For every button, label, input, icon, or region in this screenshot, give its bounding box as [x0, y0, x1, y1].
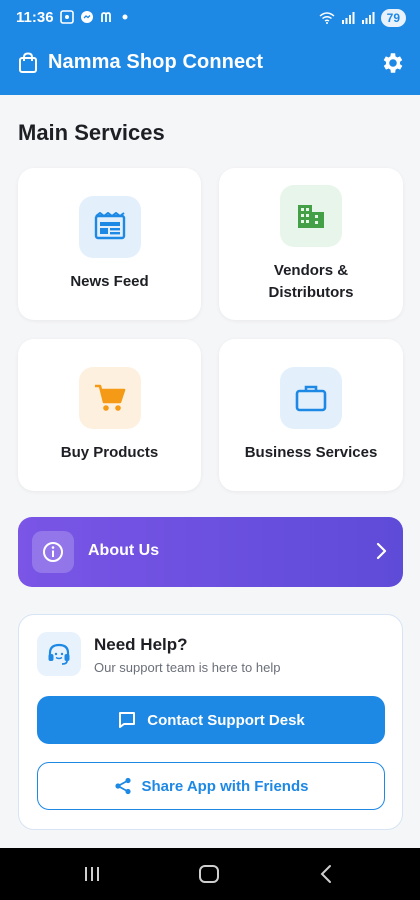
buy-icon-box	[79, 367, 141, 429]
chevron-right-icon	[376, 542, 387, 560]
share-app-label: Share App with Friends	[141, 777, 309, 795]
buy-products-label: Buy Products	[60, 444, 159, 461]
help-title: Need Help?	[94, 635, 188, 654]
chat-icon	[119, 712, 136, 728]
service-card-business-services[interactable]: Business Services	[219, 339, 403, 491]
top-bar: 11:36 79 Namma Shop Connect	[0, 0, 420, 95]
briefcase-icon	[295, 385, 327, 412]
headset-icon	[48, 643, 70, 665]
home-icon[interactable]	[198, 864, 220, 884]
about-icon-box	[32, 531, 74, 573]
contact-support-label: Contact Support Desk	[147, 711, 305, 729]
vendors-label-line1: Vendors &	[273, 262, 349, 279]
status-left-icons	[60, 10, 128, 24]
screenshot-icon	[60, 10, 74, 24]
service-card-buy-products[interactable]: Buy Products	[18, 339, 201, 491]
gear-icon[interactable]	[380, 50, 406, 76]
vendors-icon-box	[280, 185, 342, 247]
recent-apps-icon[interactable]	[82, 864, 102, 884]
info-icon	[43, 542, 63, 562]
wifi-icon	[319, 12, 335, 24]
building-icon	[298, 205, 324, 228]
about-us-label: About Us	[88, 542, 160, 559]
news-icon-box	[79, 196, 141, 258]
system-nav-bar	[0, 848, 420, 900]
section-title: Main Services	[18, 120, 165, 145]
share-app-button[interactable]: Share App with Friends	[37, 762, 385, 810]
messenger-icon	[81, 11, 93, 23]
signal-icon	[341, 12, 355, 24]
help-icon-box	[37, 632, 81, 676]
service-card-news-feed[interactable]: News Feed	[18, 168, 201, 320]
business-icon-box	[280, 367, 342, 429]
app-title: Namma Shop Connect	[48, 51, 264, 73]
service-card-vendors[interactable]: Vendors & Distributors	[219, 168, 403, 320]
help-card: Need Help? Our support team is here to h…	[18, 614, 403, 830]
shopping-bag-icon	[19, 52, 37, 73]
app-bar: Namma Shop Connect	[0, 36, 420, 95]
status-right-icons: 79	[319, 9, 406, 27]
back-icon[interactable]	[318, 864, 334, 884]
newspaper-icon	[94, 212, 126, 240]
dot-icon	[122, 14, 128, 20]
signal-icon-2	[361, 12, 375, 24]
vendors-label-line2: Distributors	[268, 284, 354, 301]
cart-icon	[95, 384, 126, 411]
battery-badge: 79	[380, 9, 406, 27]
news-feed-label: News Feed	[70, 273, 149, 290]
share-icon	[114, 777, 131, 795]
status-bar: 11:36 79	[0, 0, 420, 36]
about-us-button[interactable]: About Us	[18, 517, 403, 587]
contact-support-button[interactable]: Contact Support Desk	[37, 696, 385, 744]
m-app-icon	[101, 12, 111, 22]
status-time: 11:36	[16, 9, 54, 26]
business-services-label: Business Services	[244, 444, 378, 461]
help-subtitle: Our support team is here to help	[94, 660, 281, 675]
